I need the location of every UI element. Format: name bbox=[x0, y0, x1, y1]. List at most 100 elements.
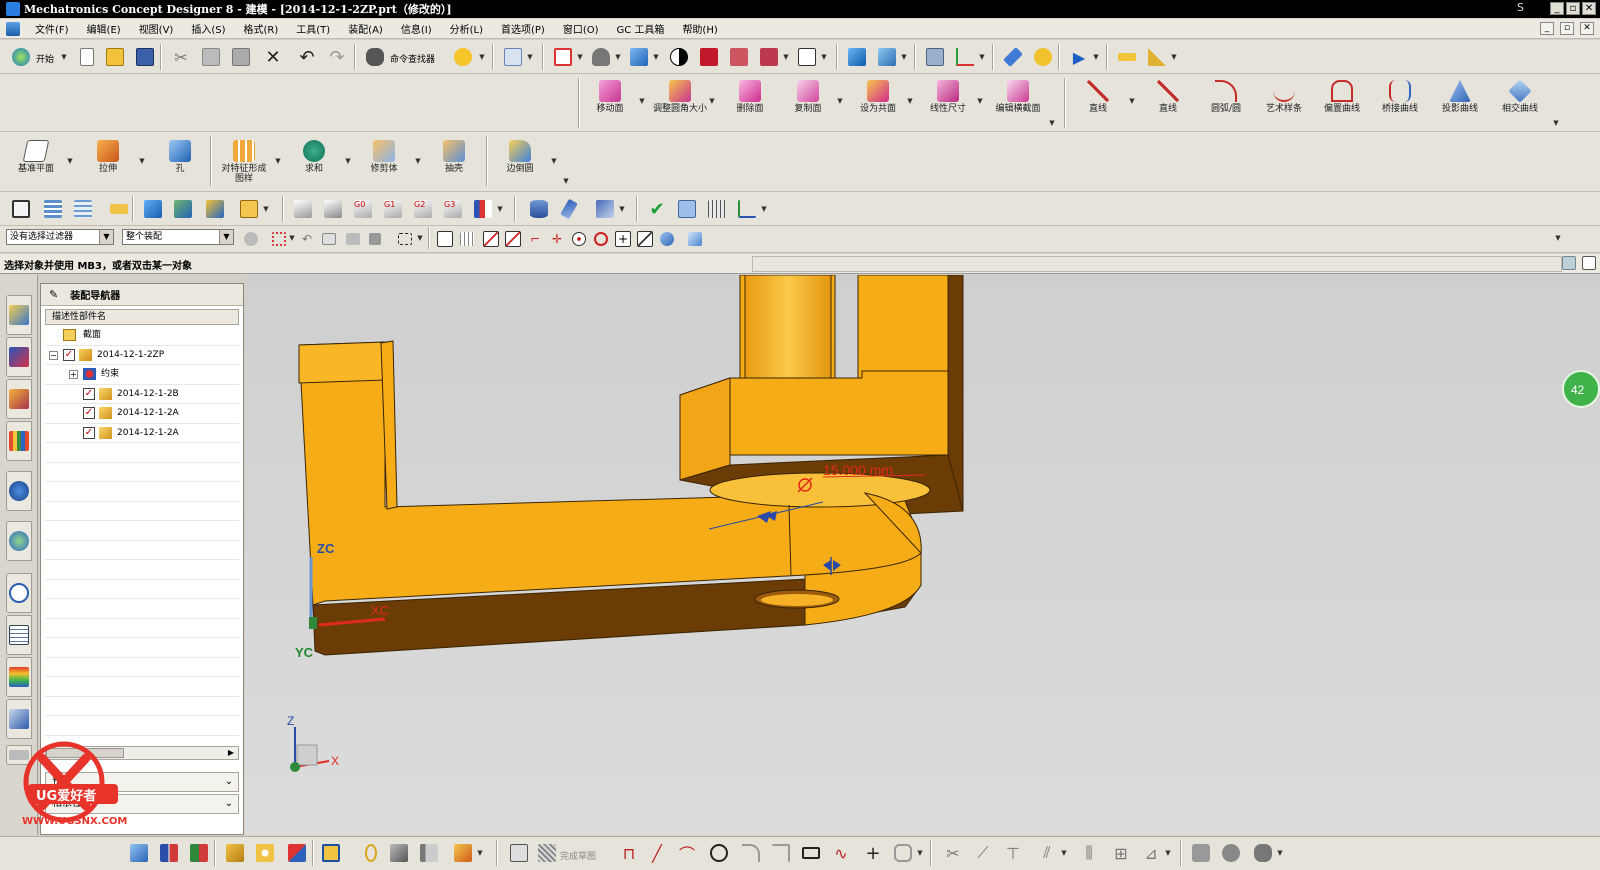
wcs-icon[interactable] bbox=[954, 46, 976, 68]
web-browser-tab[interactable] bbox=[6, 521, 32, 561]
edit-cross-section-button[interactable]: 编辑横截面 bbox=[990, 76, 1046, 128]
snap-bounded-icon[interactable] bbox=[684, 228, 706, 250]
layer-settings-icon[interactable] bbox=[924, 46, 946, 68]
sketch-arc-icon[interactable]: ⌒ bbox=[676, 842, 698, 864]
arc-circle-button[interactable]: 圆弧/圆 bbox=[1198, 76, 1254, 128]
check-icon[interactable]: ✔ bbox=[646, 198, 668, 220]
make-coplanar-dropdown[interactable]: ▼ bbox=[906, 90, 914, 112]
app-menu-icon[interactable] bbox=[6, 21, 20, 36]
bridge-curve-button[interactable]: 桥接曲线 bbox=[1372, 76, 1428, 128]
sketch-chamfer-icon[interactable] bbox=[770, 842, 792, 864]
snap-intersection-icon[interactable]: ✛ bbox=[546, 228, 568, 250]
project-curve-button[interactable]: 投影曲线 bbox=[1432, 76, 1488, 128]
sync-toolbar-options[interactable]: ▼ bbox=[1048, 112, 1056, 134]
finish-sketch-button[interactable]: 完成草图 bbox=[560, 849, 596, 862]
menu-analysis[interactable]: 分析(L) bbox=[441, 21, 492, 36]
process-studio-tab[interactable] bbox=[6, 657, 32, 697]
frame-icon[interactable] bbox=[10, 198, 32, 220]
start-dropdown[interactable]: ▼ bbox=[60, 46, 68, 68]
linear-dimension-dropdown[interactable]: ▼ bbox=[976, 90, 984, 112]
settings-icon[interactable] bbox=[1252, 842, 1274, 864]
tree-row-component-2b[interactable]: ✓ 2014-12-1-2B bbox=[45, 385, 239, 404]
start-button[interactable]: 开始 bbox=[36, 52, 54, 65]
undo-icon[interactable]: ↶ bbox=[296, 46, 318, 68]
curve-toolbar-options[interactable]: ▼ bbox=[1552, 112, 1560, 134]
move-component-icon[interactable] bbox=[846, 46, 868, 68]
line-button-2[interactable]: 直线 bbox=[1140, 76, 1196, 128]
expand-icon[interactable]: + bbox=[69, 370, 78, 379]
layer-visibility-icon[interactable] bbox=[796, 46, 818, 68]
rect-select-dropdown[interactable]: ▼ bbox=[416, 227, 424, 249]
unite-dropdown[interactable]: ▼ bbox=[344, 150, 352, 172]
surface-icon-1[interactable] bbox=[292, 198, 314, 220]
collision-dropdown[interactable]: ▼ bbox=[476, 842, 484, 864]
menu-insert[interactable]: 插入(S) bbox=[182, 21, 234, 36]
menu-gc-toolkit[interactable]: GC 工具箱 bbox=[608, 21, 674, 36]
assembly-icon[interactable] bbox=[142, 198, 164, 220]
collapse-icon[interactable]: − bbox=[49, 350, 58, 360]
select-dropdown[interactable]: ▼ bbox=[526, 46, 534, 68]
visibility-checkbox[interactable]: ✓ bbox=[83, 426, 95, 439]
doc-restore-button[interactable]: ▫ bbox=[1560, 22, 1574, 35]
clip-section-icon[interactable] bbox=[728, 46, 750, 68]
resize-blend-dropdown[interactable]: ▼ bbox=[708, 90, 716, 112]
snap-point-icon[interactable] bbox=[434, 228, 456, 250]
abd-dropdown[interactable]: ▼ bbox=[262, 198, 270, 220]
select-icon[interactable] bbox=[502, 46, 524, 68]
copy-icon[interactable] bbox=[200, 46, 222, 68]
g2-icon[interactable]: G2 bbox=[412, 198, 434, 220]
sketch-point-icon[interactable]: + bbox=[862, 842, 884, 864]
menu-file[interactable]: 文件(F) bbox=[26, 21, 78, 36]
chart-icon[interactable] bbox=[472, 198, 494, 220]
snap-control-icon[interactable]: ⌐ bbox=[524, 228, 546, 250]
copy-body-icon[interactable] bbox=[128, 842, 150, 864]
surface-icon-2[interactable] bbox=[322, 198, 344, 220]
wrench-icon[interactable] bbox=[594, 198, 616, 220]
ruler-icon[interactable] bbox=[1116, 46, 1138, 68]
display-constraints-icon[interactable] bbox=[1190, 842, 1212, 864]
visibility-checkbox[interactable]: ✓ bbox=[63, 348, 75, 361]
close-button[interactable]: ✕ bbox=[1582, 2, 1596, 15]
history-tab[interactable] bbox=[6, 573, 32, 613]
g1-icon[interactable]: G1 bbox=[382, 198, 404, 220]
edge-blend-button[interactable]: 边倒圆 bbox=[492, 136, 548, 188]
linear-dimension-button[interactable]: 线性尺寸 bbox=[920, 76, 976, 128]
render-style-icon[interactable] bbox=[590, 46, 612, 68]
relations-icon[interactable] bbox=[1220, 842, 1242, 864]
sketch-spline-icon[interactable]: ∿ bbox=[830, 842, 852, 864]
snap-midpoint-icon[interactable] bbox=[502, 228, 524, 250]
snap-quadrant-icon[interactable] bbox=[590, 228, 612, 250]
select-feature-icon[interactable] bbox=[342, 228, 364, 250]
mirror-icon[interactable] bbox=[158, 842, 180, 864]
render-dropdown[interactable]: ▼ bbox=[614, 46, 622, 68]
offset-dropdown[interactable]: ▼ bbox=[1060, 842, 1068, 864]
filter-reset-icon[interactable] bbox=[240, 228, 262, 250]
select-tool-icon[interactable] bbox=[364, 228, 386, 250]
tag-icon[interactable] bbox=[108, 198, 130, 220]
doc-close-button[interactable]: ✕ bbox=[1580, 22, 1594, 35]
assembly-constraint-icon[interactable] bbox=[876, 46, 898, 68]
fit-view-icon[interactable] bbox=[552, 46, 574, 68]
hammer-icon[interactable] bbox=[172, 198, 194, 220]
layer-dropdown[interactable]: ▼ bbox=[820, 46, 828, 68]
line-dropdown[interactable]: ▼ bbox=[1128, 90, 1136, 112]
intersection-curve-button[interactable]: 相交曲线 bbox=[1492, 76, 1548, 128]
play-simulation-icon[interactable]: ▶ bbox=[1068, 46, 1090, 68]
background-icon[interactable] bbox=[668, 46, 690, 68]
constraint-sketch-icon[interactable]: ⊿ bbox=[1140, 842, 1162, 864]
assembly-navigator-tab[interactable] bbox=[6, 295, 32, 335]
angle-icon[interactable] bbox=[1146, 46, 1168, 68]
profile-icon[interactable]: ⊓ bbox=[618, 842, 640, 864]
hole-button[interactable]: 孔 bbox=[152, 136, 208, 188]
mirror-curve-icon[interactable]: ⫼ bbox=[1078, 842, 1100, 864]
component-icon[interactable] bbox=[204, 198, 226, 220]
menu-format[interactable]: 格式(R) bbox=[235, 21, 288, 36]
column-header[interactable]: 描述性部件名 bbox=[45, 309, 239, 325]
tree-row-root-assembly[interactable]: − ✓ 2014-12-1-2ZP bbox=[45, 346, 239, 365]
pattern-curve-icon[interactable]: ⊞ bbox=[1110, 842, 1132, 864]
tree-row-constraints[interactable]: + 约束 bbox=[45, 365, 239, 385]
corner-icon[interactable]: ⊤ bbox=[1002, 842, 1024, 864]
visibility-checkbox[interactable]: ✓ bbox=[83, 407, 95, 419]
menu-help[interactable]: 帮助(H) bbox=[673, 21, 726, 36]
copy-face-dropdown[interactable]: ▼ bbox=[836, 90, 844, 112]
